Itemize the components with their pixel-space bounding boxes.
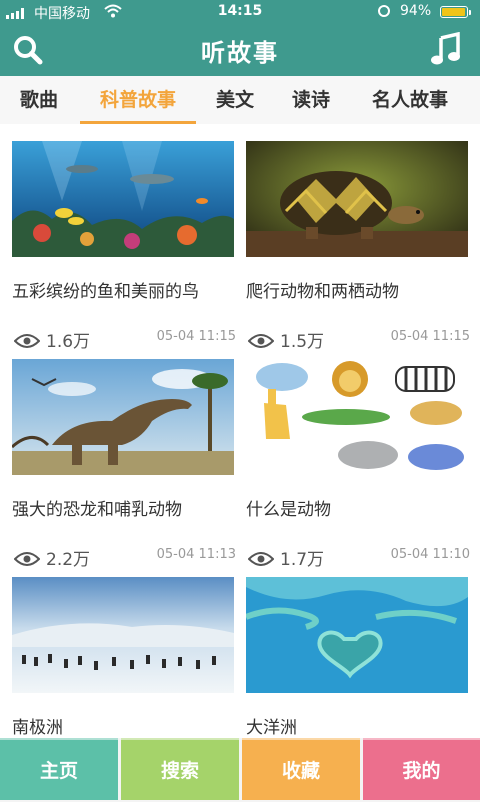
story-title: 强大的恐龙和哺乳动物 xyxy=(12,500,182,520)
tab-prose[interactable]: 美文 xyxy=(206,76,264,124)
story-card[interactable]: 五彩缤纷的鱼和美丽的鸟 1.6万 05-04 11:15 xyxy=(12,141,236,352)
eye-icon xyxy=(248,552,274,566)
story-thumbnail-reef xyxy=(12,141,234,257)
view-count-value: 1.5万 xyxy=(280,332,325,352)
nav-home[interactable]: 主页 xyxy=(0,738,118,800)
story-date: 05-04 11:10 xyxy=(390,547,470,562)
view-count-value: 1.6万 xyxy=(46,332,91,352)
view-count-value: 2.2万 xyxy=(46,550,91,570)
tab-songs[interactable]: 歌曲 xyxy=(10,76,68,124)
eye-icon xyxy=(14,552,40,566)
story-title: 什么是动物 xyxy=(246,500,331,520)
story-thumbnail-oceania xyxy=(246,577,468,693)
music-note-icon[interactable] xyxy=(430,32,462,66)
story-card[interactable]: 什么是动物 1.7万 05-04 11:10 xyxy=(246,359,470,570)
rotation-lock-icon xyxy=(378,5,390,17)
nav-favorites[interactable]: 收藏 xyxy=(242,738,360,800)
story-card[interactable]: 大洋洲 xyxy=(246,577,468,738)
status-bar: 中国移动 14:15 94% xyxy=(0,0,480,24)
view-count: 1.7万 xyxy=(248,545,324,570)
page-title: 听故事 xyxy=(201,39,279,67)
story-title: 爬行动物和两栖动物 xyxy=(246,282,399,302)
story-card[interactable]: 南极洲 xyxy=(12,577,234,738)
story-title: 五彩缤纷的鱼和美丽的鸟 xyxy=(12,282,199,302)
nav-profile[interactable]: 我的 xyxy=(363,738,480,800)
view-count: 2.2万 xyxy=(14,545,90,570)
nav-search[interactable]: 搜索 xyxy=(121,738,239,800)
story-date: 05-04 11:13 xyxy=(156,547,236,562)
view-count: 1.5万 xyxy=(248,327,324,352)
story-date: 05-04 11:15 xyxy=(390,329,470,344)
view-count-value: 1.7万 xyxy=(280,550,325,570)
story-thumbnail-cartoon-animals xyxy=(246,359,468,475)
eye-icon xyxy=(248,334,274,348)
story-thumbnail-tortoise xyxy=(246,141,468,257)
story-thumbnail-dinosaurs xyxy=(12,359,234,475)
battery-percent: 94% xyxy=(400,3,432,19)
tab-poetry[interactable]: 读诗 xyxy=(282,76,340,124)
category-tabs: 歌曲 科普故事 美文 读诗 名人故事 xyxy=(0,76,480,125)
tab-famous-people[interactable]: 名人故事 xyxy=(360,76,460,124)
view-count: 1.6万 xyxy=(14,327,90,352)
story-card[interactable]: 强大的恐龙和哺乳动物 2.2万 05-04 11:13 xyxy=(12,359,236,570)
story-thumbnail-antarctica xyxy=(12,577,234,693)
story-grid: 五彩缤纷的鱼和美丽的鸟 1.6万 05-04 11:15 爬行动物和两栖动物 1… xyxy=(0,124,480,738)
story-card[interactable]: 爬行动物和两栖动物 1.5万 05-04 11:15 xyxy=(246,141,470,352)
battery-icon xyxy=(440,6,471,18)
bottom-nav: 主页 搜索 收藏 我的 xyxy=(0,738,480,800)
app-header: 听故事 xyxy=(0,24,480,76)
tab-science-stories[interactable]: 科普故事 xyxy=(80,76,196,124)
story-date: 05-04 11:15 xyxy=(156,329,236,344)
story-title: 大洋洲 xyxy=(246,718,297,738)
eye-icon xyxy=(14,334,40,348)
story-title: 南极洲 xyxy=(12,718,63,738)
